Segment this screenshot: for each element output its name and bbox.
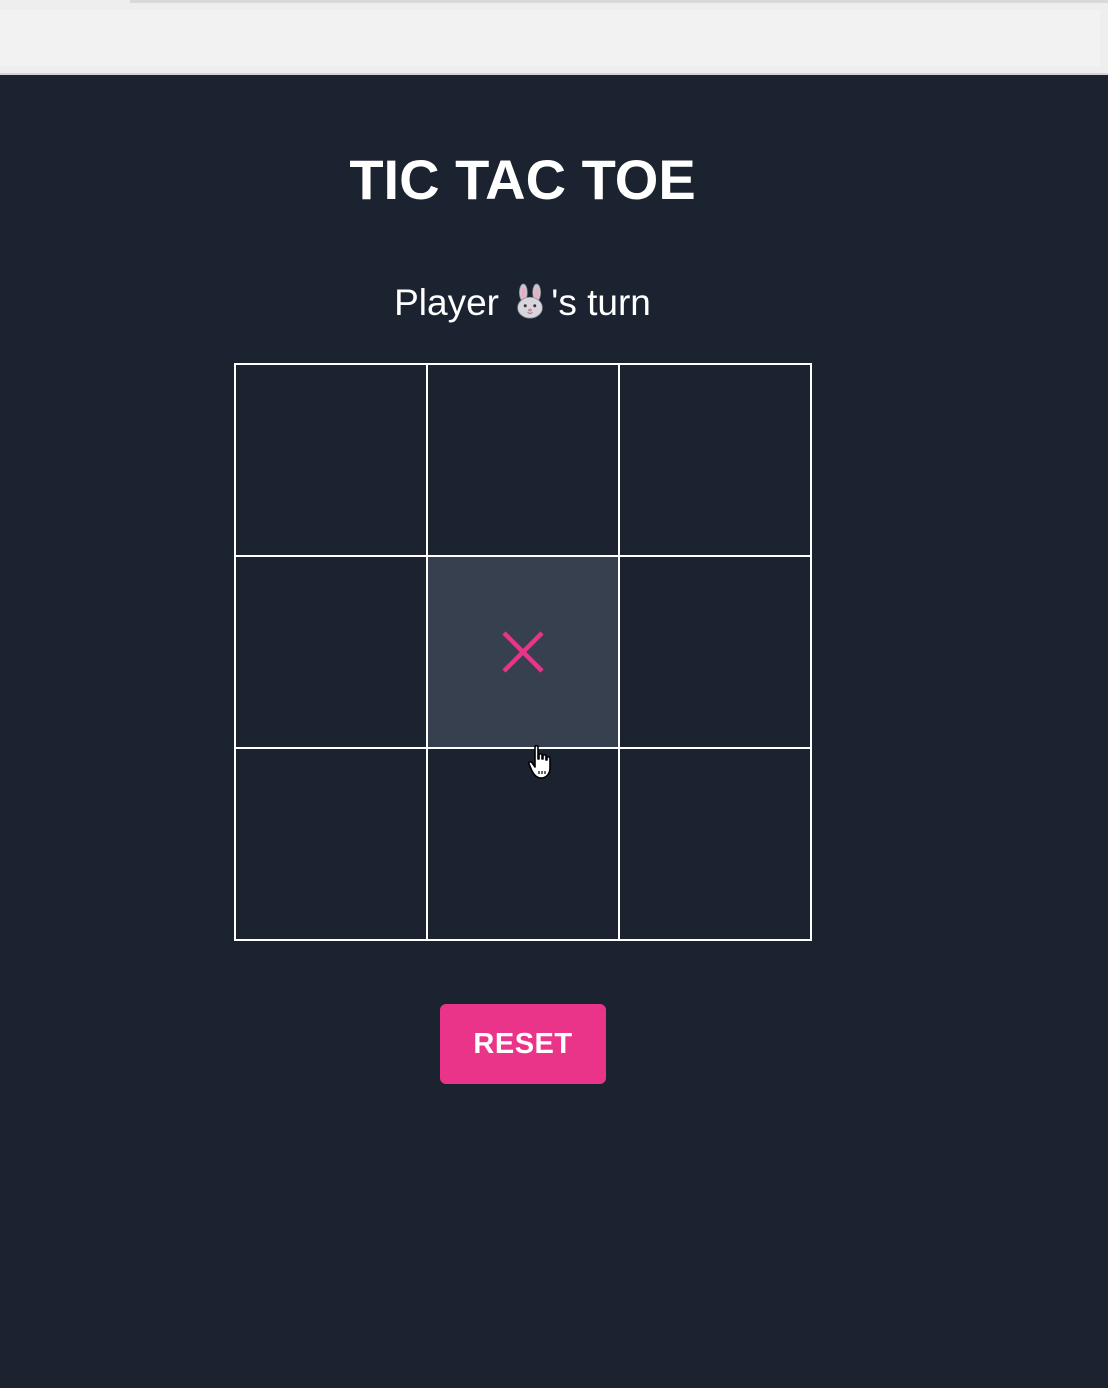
browser-toolbar <box>0 10 1100 66</box>
rabbit-face-icon <box>517 283 543 319</box>
board-cell-top-left[interactable] <box>234 363 428 557</box>
board-cell-center[interactable] <box>426 555 620 749</box>
browser-chrome <box>0 0 1108 75</box>
board-cell-bottom-center[interactable] <box>426 747 620 941</box>
turn-status-prefix: Player <box>394 282 510 323</box>
reset-button[interactable]: RESET <box>440 1004 606 1084</box>
game-board <box>234 363 812 941</box>
board-cell-middle-left[interactable] <box>234 555 428 749</box>
board-cell-top-right[interactable] <box>618 363 812 557</box>
turn-status: Player 's turn <box>0 282 1045 324</box>
board-cell-bottom-right[interactable] <box>618 747 812 941</box>
browser-tab-edge <box>130 0 1108 3</box>
board-cell-bottom-left[interactable] <box>234 747 428 941</box>
page-title: TIC TAC TOE <box>349 148 696 211</box>
hand-pointer-icon <box>528 744 551 779</box>
turn-status-suffix: 's turn <box>551 282 651 323</box>
x-mark-icon <box>502 631 544 673</box>
game-page: TIC TAC TOE Player 's turn RESET <box>0 75 1108 1388</box>
board-cell-middle-right[interactable] <box>618 555 812 749</box>
board-cell-top-center[interactable] <box>426 363 620 557</box>
